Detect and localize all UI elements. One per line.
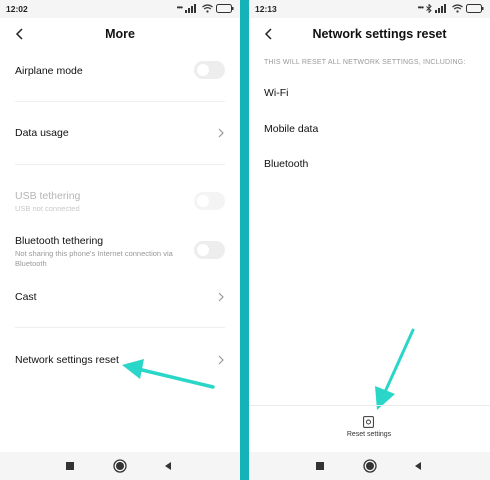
airplane-mode-toggle[interactable]: [194, 61, 225, 79]
row-title: Data usage: [15, 127, 69, 139]
cell-signal-icon: [185, 3, 196, 13]
row-title: Airplane mode: [15, 65, 83, 77]
annotation-arrow-icon: [375, 328, 415, 410]
back-triangle-icon[interactable]: [163, 461, 173, 471]
battery-icon: [216, 3, 234, 13]
status-bar: 12:02 •••: [0, 0, 240, 18]
recents-square-icon[interactable]: [65, 461, 75, 471]
page-title: More: [105, 27, 135, 41]
screen-divider: [240, 0, 249, 480]
list-item-wifi: Wi-Fi: [264, 87, 289, 99]
usb-tethering-row: USB tethering USB not connected: [0, 185, 240, 217]
chevron-right-icon: [218, 128, 224, 138]
row-title: Cast: [15, 291, 37, 303]
status-icons: •••: [418, 3, 484, 13]
back-triangle-icon[interactable]: [413, 461, 423, 471]
status-bar: 12:13 •••: [249, 0, 490, 18]
divider: [15, 101, 225, 102]
cell-signal-icon: [435, 3, 446, 13]
divider: [15, 164, 225, 165]
reset-caption: THIS WILL RESET ALL NETWORK SETTINGS, IN…: [264, 59, 466, 66]
bluetooth-tethering-toggle[interactable]: [194, 241, 225, 259]
usb-tethering-toggle: [194, 192, 225, 210]
airplane-mode-row[interactable]: Airplane mode: [0, 58, 240, 98]
page-title: Network settings reset: [312, 27, 447, 41]
status-time: 12:02: [6, 4, 28, 14]
network-settings-reset-screen: 12:13 ••• Network settings reset THIS WI…: [249, 0, 490, 480]
reset-device-icon: [363, 416, 374, 428]
wifi-icon: [452, 3, 463, 13]
status-icons: •••: [177, 3, 234, 13]
list-item-mobile-data: Mobile data: [264, 123, 319, 135]
home-circle-icon[interactable]: [363, 459, 377, 473]
row-subtitle: USB not connected: [15, 204, 80, 213]
header: More: [0, 18, 240, 52]
home-circle-icon[interactable]: [113, 459, 127, 473]
navigation-bar: [0, 452, 240, 480]
list-item-bluetooth: Bluetooth: [264, 158, 309, 170]
bluetooth-icon: [426, 3, 432, 13]
reset-settings-label: Reset settings: [346, 431, 392, 438]
signal-dots-icon: •••: [417, 3, 424, 12]
chevron-right-icon: [218, 355, 224, 365]
data-usage-row[interactable]: Data usage: [0, 118, 240, 148]
row-title: Bluetooth tethering: [15, 235, 104, 247]
row-title: Network settings reset: [15, 354, 119, 366]
divider: [15, 327, 225, 328]
bluetooth-tethering-row[interactable]: Bluetooth tethering Not sharing this pho…: [0, 230, 240, 272]
divider: [249, 405, 490, 406]
network-settings-reset-row[interactable]: Network settings reset: [0, 344, 240, 374]
recents-square-icon[interactable]: [315, 461, 325, 471]
more-settings-screen: 12:02 ••• More Airplane mode Data usage …: [0, 0, 240, 480]
header: Network settings reset: [249, 18, 490, 52]
navigation-bar: [249, 452, 490, 480]
row-subtitle: Not sharing this phone's Internet connec…: [15, 249, 173, 268]
battery-icon: [466, 3, 484, 13]
reset-settings-button[interactable]: Reset settings: [344, 414, 394, 442]
signal-dots-icon: •••: [176, 3, 183, 12]
status-time: 12:13: [255, 4, 277, 14]
wifi-icon: [202, 3, 213, 13]
row-title: USB tethering: [15, 190, 81, 202]
chevron-right-icon: [218, 292, 224, 302]
cast-row[interactable]: Cast: [0, 282, 240, 312]
